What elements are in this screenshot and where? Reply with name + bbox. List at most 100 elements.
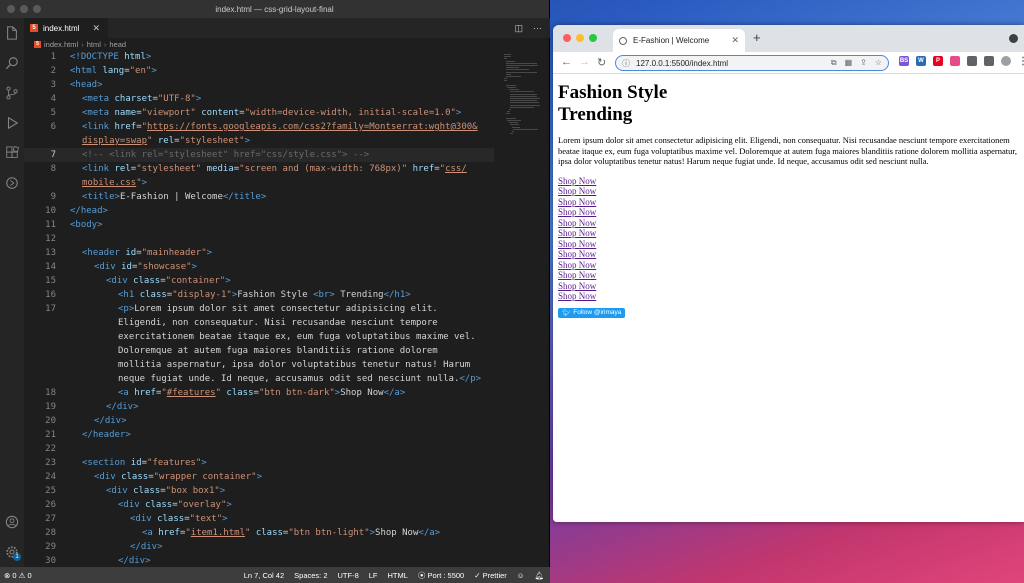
- code-line[interactable]: 19 </div>: [24, 400, 494, 414]
- shop-now-link[interactable]: Shop Now: [558, 186, 1019, 197]
- shop-now-link[interactable]: Shop Now: [558, 281, 1019, 292]
- extension-bs-icon[interactable]: BS: [899, 56, 909, 66]
- code-line[interactable]: 28 <a href="item1.html" class="btn btn-li…: [24, 526, 494, 540]
- code-line[interactable]: 7 <!-- <link rel="stylesheet" href="css/s…: [24, 148, 494, 162]
- share-icon[interactable]: ⇪: [860, 58, 867, 68]
- source-control-icon[interactable]: [0, 78, 24, 108]
- code-line[interactable]: 14 <div id="showcase">: [24, 260, 494, 274]
- maximize-window-button[interactable]: [33, 5, 41, 13]
- reload-icon[interactable]: ↻: [597, 56, 606, 69]
- twitter-follow-button[interactable]: 🐦︎ Follow @irimaya: [558, 307, 626, 318]
- code-line[interactable]: 29 </div>: [24, 540, 494, 554]
- close-tab-icon[interactable]: ✕: [92, 23, 100, 34]
- code-line[interactable]: 10 </head>: [24, 204, 494, 218]
- maximize-window-button[interactable]: [589, 34, 597, 42]
- code-line[interactable]: 3 <head>: [24, 78, 494, 92]
- encoding-status[interactable]: UTF-8: [338, 571, 359, 580]
- qr-code-icon[interactable]: ▦: [845, 58, 853, 68]
- indentation-status[interactable]: Spaces: 2: [294, 571, 327, 580]
- code-line[interactable]: 22: [24, 442, 494, 456]
- close-window-button[interactable]: [7, 5, 15, 13]
- errors-warnings-status[interactable]: ⊗ 0 ⚠ 0: [4, 571, 32, 580]
- code-line[interactable]: 27 <div class="text">: [24, 512, 494, 526]
- code-line[interactable]: 9 <title>E-Fashion | Welcome</title>: [24, 190, 494, 204]
- code-line[interactable]: 1 <!DOCTYPE html>: [24, 50, 494, 64]
- code-line[interactable]: 24 <div class="wrapper container">: [24, 470, 494, 484]
- more-actions-icon[interactable]: ⋯: [533, 23, 542, 34]
- shop-now-link[interactable]: Shop Now: [558, 197, 1019, 208]
- live-server-status[interactable]: ⦿ Port : 5500: [418, 570, 464, 581]
- shop-now-link[interactable]: Shop Now: [558, 176, 1019, 187]
- back-arrow-icon[interactable]: ←: [561, 56, 572, 68]
- profile-icon[interactable]: [1001, 56, 1011, 66]
- code-line[interactable]: 5 <meta name="viewport" content="width=de…: [24, 106, 494, 120]
- code-line[interactable]: 8 <link rel="stylesheet" media="screen an…: [24, 162, 494, 176]
- code-editor[interactable]: 1 <!DOCTYPE html> 2 <html lang="en"> 3 <head>…: [24, 50, 550, 567]
- minimize-window-button[interactable]: [576, 34, 584, 42]
- forward-arrow-icon[interactable]: →: [579, 56, 590, 68]
- code-line[interactable]: 23 <section id="features">: [24, 456, 494, 470]
- code-line[interactable]: 25 <div class="box box1">: [24, 484, 494, 498]
- eol-status[interactable]: LF: [369, 571, 378, 580]
- code-line[interactable]: mollitia aspernatur, ipsa dolor voluptat…: [24, 358, 494, 372]
- feedback-icon[interactable]: ☺: [517, 571, 525, 580]
- notifications-bell-icon[interactable]: 🔔︎: [534, 571, 544, 580]
- extension-shield-icon[interactable]: [984, 56, 994, 66]
- settings-gear-icon[interactable]: 1: [0, 537, 24, 567]
- shop-now-link[interactable]: Shop Now: [558, 260, 1019, 271]
- code-line[interactable]: Doloremque at autem fuga maiores blandit…: [24, 344, 494, 358]
- tab-index-html[interactable]: 5 index.html ✕: [24, 18, 109, 38]
- remote-explorer-icon[interactable]: [0, 168, 24, 198]
- split-editor-icon[interactable]: ◫: [514, 23, 523, 34]
- install-app-icon[interactable]: ⧉: [831, 58, 837, 68]
- code-line[interactable]: 30 </div>: [24, 554, 494, 567]
- menu-icon[interactable]: ⋮: [1018, 56, 1024, 67]
- extension-colorpick-icon[interactable]: [950, 56, 960, 66]
- explorer-icon[interactable]: [0, 18, 24, 48]
- code-line[interactable]: 17 <p>Lorem ipsum dolor sit amet consecte…: [24, 302, 494, 316]
- browser-tab[interactable]: E-Fashion | Welcome ✕: [613, 29, 745, 52]
- code-line[interactable]: 16 <h1 class="display-1">Fashion Style <b…: [24, 288, 494, 302]
- run-debug-icon[interactable]: [0, 108, 24, 138]
- code-line[interactable]: 4 <meta charset="UTF-8">: [24, 92, 494, 106]
- bookmark-star-icon[interactable]: ☆: [875, 58, 882, 68]
- extension-puzzle-icon[interactable]: [967, 56, 977, 66]
- new-tab-button[interactable]: +: [753, 30, 761, 45]
- code-line[interactable]: exercitationem beatae itaque ex, eum fug…: [24, 330, 494, 344]
- shop-now-link[interactable]: Shop Now: [558, 218, 1019, 229]
- code-line[interactable]: 18 <a href="#features" class="btn btn-dar…: [24, 386, 494, 400]
- shop-now-link[interactable]: Shop Now: [558, 249, 1019, 260]
- code-line[interactable]: Eligendi, non consequatur. Nisi recusand…: [24, 316, 494, 330]
- shop-now-link[interactable]: Shop Now: [558, 270, 1019, 281]
- cursor-position-status[interactable]: Ln 7, Col 42: [244, 571, 284, 580]
- minimize-window-button[interactable]: [20, 5, 28, 13]
- language-mode-status[interactable]: HTML: [388, 571, 408, 580]
- shop-now-link[interactable]: Shop Now: [558, 228, 1019, 239]
- code-line[interactable]: 26 <div class="overlay">: [24, 498, 494, 512]
- extension-w-icon[interactable]: W: [916, 56, 926, 66]
- code-line[interactable]: 13 <header id="mainheader">: [24, 246, 494, 260]
- pinterest-icon[interactable]: P: [933, 56, 943, 66]
- breadcrumb-item[interactable]: html: [87, 40, 101, 49]
- shop-now-link[interactable]: Shop Now: [558, 207, 1019, 218]
- code-line[interactable]: display=swap" rel="stylesheet">: [24, 134, 494, 148]
- code-line[interactable]: 11 <body>: [24, 218, 494, 232]
- search-icon[interactable]: [0, 48, 24, 78]
- info-icon[interactable]: ⓘ: [622, 58, 630, 69]
- minimap[interactable]: [500, 50, 550, 567]
- tab-search-icon[interactable]: [1009, 34, 1018, 43]
- address-bar[interactable]: ⓘ 127.0.0.1:5500/index.html ⧉ ▦ ⇪ ☆: [615, 55, 889, 71]
- prettier-status[interactable]: ✓ Prettier: [474, 571, 507, 580]
- code-line[interactable]: 21 </header>: [24, 428, 494, 442]
- code-line[interactable]: mobile.css">: [24, 176, 494, 190]
- code-line[interactable]: 12: [24, 232, 494, 246]
- shop-now-link[interactable]: Shop Now: [558, 291, 1019, 302]
- code-line[interactable]: 6 <link href="https://fonts.googleapis.co…: [24, 120, 494, 134]
- extensions-icon[interactable]: [0, 138, 24, 168]
- account-icon[interactable]: [0, 507, 24, 537]
- breadcrumb-item[interactable]: index.html: [44, 40, 78, 49]
- code-line[interactable]: 15 <div class="container">: [24, 274, 494, 288]
- code-line[interactable]: neque fugiat unde. Id neque, accusamus o…: [24, 372, 494, 386]
- code-line[interactable]: 2 <html lang="en">: [24, 64, 494, 78]
- close-tab-icon[interactable]: ✕: [731, 35, 739, 46]
